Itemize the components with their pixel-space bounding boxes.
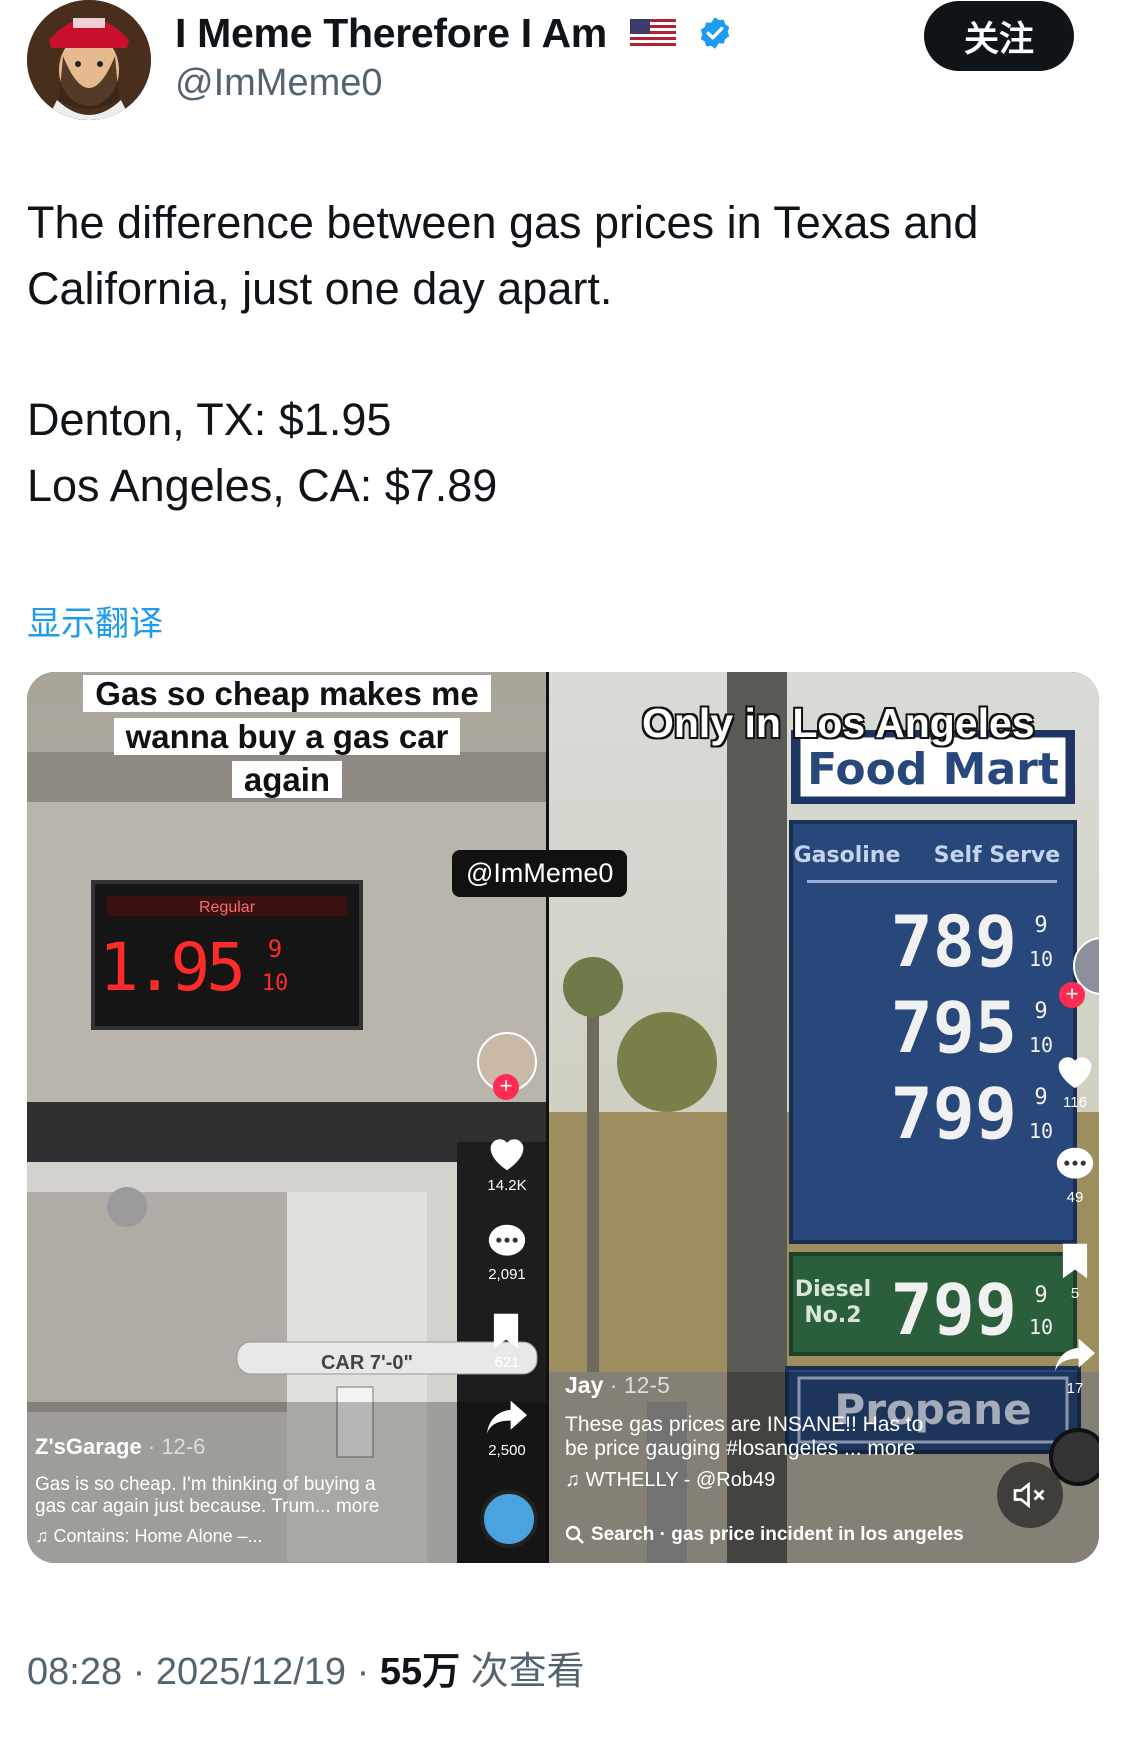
avatar[interactable] xyxy=(27,0,151,120)
price-row-1-fraction-top: 9 xyxy=(1034,913,1047,938)
search-query[interactable]: Search · gas price incident in los angel… xyxy=(591,1524,964,1546)
right-video-info: Jay · 12-5 These gas prices are INSANE!!… xyxy=(565,1372,924,1492)
verified-badge-icon[interactable] xyxy=(697,14,733,61)
diesel-fraction-bottom: 10 xyxy=(1029,1315,1053,1339)
left-comment-count: 2,091 xyxy=(488,1266,526,1283)
mute-button[interactable] xyxy=(997,1462,1063,1528)
right-author[interactable]: Jay xyxy=(565,1372,603,1398)
right-comment-count: 49 xyxy=(1066,1189,1084,1206)
gasoline-label: Gasoline xyxy=(794,843,901,868)
left-share-icon[interactable] xyxy=(485,1397,529,1442)
left-video-info: Z'sGarage · 12-6 Gas is so cheap. I'm th… xyxy=(35,1434,380,1547)
price-row-3-fraction-bottom: 10 xyxy=(1029,1119,1053,1143)
left-like-count: 14.2K xyxy=(487,1177,527,1194)
price-row-2: 795 xyxy=(891,987,1017,1069)
sign-fraction-bottom: 10 xyxy=(262,971,289,996)
tweet-text-line-4: Los Angeles, CA: $7.89 xyxy=(27,460,498,511)
sign-regular-label: Regular xyxy=(199,899,256,916)
right-video-caption: Only in Los Angeles xyxy=(642,700,1035,746)
follow-button[interactable]: 关注 xyxy=(924,1,1074,71)
sign-fraction-top: 9 xyxy=(268,935,282,963)
right-search-bar[interactable]: Search · gas price incident in los angel… xyxy=(565,1524,964,1546)
tweet-text-line-2: California, just one day apart. xyxy=(27,263,613,314)
tweet-text-line-3: Denton, TX: $1.95 xyxy=(27,394,392,445)
clearance-sign: CAR 7'-0" xyxy=(321,1352,413,1374)
left-sound-disc-icon[interactable] xyxy=(480,1490,538,1548)
us-flag-icon xyxy=(630,12,677,59)
tweet-metadata: 08:28 · 2025/12/19 · 55万 次查看 xyxy=(27,1640,585,1695)
left-caption-line-2: wanna buy a gas car xyxy=(113,718,461,755)
right-share-count: 17 xyxy=(1066,1380,1084,1397)
speaker-muted-icon xyxy=(1013,1481,1045,1509)
user-handle[interactable]: @ImMeme0 xyxy=(175,62,383,105)
display-name[interactable]: I Meme Therefore I Am xyxy=(175,10,733,61)
price-row-3: 799 xyxy=(891,1073,1017,1155)
left-description-line-1: Gas is so cheap. I'm thinking of buying … xyxy=(35,1474,376,1495)
left-like-icon[interactable] xyxy=(485,1132,529,1177)
left-sound-label[interactable]: ♫ Contains: Home Alone –... xyxy=(35,1526,379,1547)
left-video-caption: Gas so cheap makes me wanna buy a gas ca… xyxy=(72,672,502,801)
view-count: 55万 xyxy=(379,1651,461,1693)
left-caption-line-1: Gas so cheap makes me xyxy=(83,675,491,712)
show-translation-link[interactable]: 显示翻译 xyxy=(27,596,163,645)
price-row-2-fraction-bottom: 10 xyxy=(1029,1033,1053,1057)
tweet-timestamp[interactable]: 08:28 · 2025/12/19 · xyxy=(27,1651,380,1693)
left-save-count: 621 xyxy=(494,1354,520,1371)
right-share-icon[interactable] xyxy=(1053,1335,1097,1380)
left-caption-line-3: again xyxy=(231,761,343,798)
price-row-1-fraction-bottom: 10 xyxy=(1029,947,1053,971)
right-comment-icon[interactable] xyxy=(1053,1145,1097,1190)
price-row-2-fraction-top: 9 xyxy=(1034,999,1047,1024)
tweet-media[interactable]: Regular 1.95 9 10 CAR 7'-0" Food Mart Ga… xyxy=(27,672,1099,1563)
left-date: 12-6 xyxy=(161,1434,206,1459)
search-icon xyxy=(565,1525,584,1544)
tweet-text-line-1: The difference between gas prices in Tex… xyxy=(27,197,979,248)
right-description-line-2: be price gauging #losangeles ... more xyxy=(565,1437,916,1460)
sign-price-led: 1.95 xyxy=(99,929,242,1006)
left-bookmark-icon[interactable] xyxy=(489,1312,523,1355)
left-share-count: 2,500 xyxy=(488,1442,526,1459)
right-description-line-1: These gas prices are INSANE!! Has to xyxy=(565,1413,924,1436)
left-comment-icon[interactable] xyxy=(485,1222,529,1267)
right-like-icon[interactable] xyxy=(1053,1050,1097,1095)
display-name-text[interactable]: I Meme Therefore I Am xyxy=(175,10,607,56)
right-save-count: 5 xyxy=(1070,1285,1080,1302)
view-count-suffix: 次查看 xyxy=(460,1651,585,1693)
food-mart-sign: Food Mart xyxy=(807,744,1059,795)
regular-price-sign: Regular 1.95 9 10 xyxy=(91,880,363,1030)
diesel-no2-label: No.2 xyxy=(804,1303,861,1328)
self-serve-label: Self Serve xyxy=(934,843,1060,868)
right-follow-plus-icon[interactable]: + xyxy=(1059,982,1085,1008)
right-date: 12-5 xyxy=(623,1372,670,1398)
right-sound-label[interactable]: ♫ WTHELLY - @Rob49 xyxy=(565,1469,923,1492)
right-like-count: 116 xyxy=(1063,1094,1087,1111)
diesel-label: Diesel xyxy=(795,1277,871,1302)
watermark-badge: @ImMeme0 xyxy=(452,850,628,897)
left-description-line-2: gas car again just because. Trum... more xyxy=(35,1496,380,1517)
right-bookmark-icon[interactable] xyxy=(1058,1242,1092,1285)
la-gas-price-sign: Food Mart Gasoline Self Serve 789 795 79… xyxy=(785,730,1081,1454)
left-follow-plus-icon[interactable]: + xyxy=(493,1074,519,1100)
price-row-1: 789 xyxy=(891,901,1017,983)
left-author[interactable]: Z'sGarage xyxy=(35,1434,142,1459)
diesel-price: 799 xyxy=(891,1269,1017,1351)
